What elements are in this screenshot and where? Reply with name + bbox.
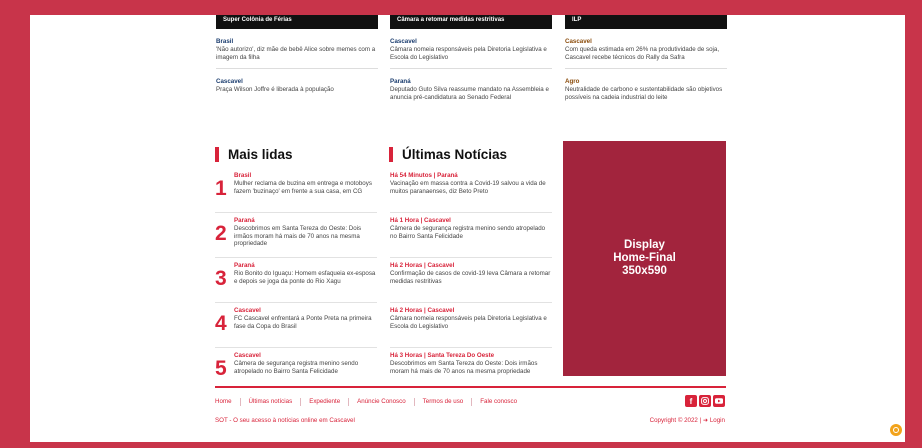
news-headline[interactable]: Descobrimos em Santa Tereza do Oeste: Do…	[234, 225, 377, 248]
news-category: Brasil	[234, 172, 252, 179]
footer-divider	[215, 386, 726, 388]
news-time-category: Há 54 Minutos | Paraná	[390, 172, 458, 179]
news-time-category: Há 3 Horas | Santa Tereza Do Oeste	[390, 352, 495, 359]
ad-placeholder[interactable]: Display Home-Final 350x590	[563, 141, 726, 376]
news-category: Cascavel	[234, 352, 261, 359]
news-headline[interactable]: Câmara nomeia responsáveis pela Diretori…	[390, 315, 552, 330]
news-category: Cascavel	[390, 38, 417, 45]
news-time-category: Há 2 Horas | Cascavel	[390, 307, 455, 314]
copyright-text: Copyright © 2022 |	[649, 417, 702, 424]
news-headline[interactable]: Vacinação em massa contra a Covid-19 sal…	[390, 180, 552, 195]
news-headline[interactable]: FC Cascavel enfrentará a Ponte Preta na …	[234, 315, 377, 330]
news-headline[interactable]: Mulher reclama de buzina em entrega e mo…	[234, 180, 377, 195]
news-headline[interactable]: Rio Bonito do Iguaçu: Homem esfaqueia ex…	[234, 270, 377, 285]
news-category: Cascavel	[234, 307, 261, 314]
list-item[interactable]: 3 Paraná Rio Bonito do Iguaçu: Homem esfa…	[215, 262, 377, 303]
rank-number: 3	[215, 267, 227, 290]
ad-label: Display Home-Final 350x590	[613, 239, 676, 277]
list-item[interactable]: 4 Cascavel FC Cascavel enfrentará a Ponte…	[215, 307, 377, 348]
footer-tagline: SOT - O seu acesso à notícias online em …	[215, 417, 355, 424]
news-headline[interactable]: Descobrimos em Santa Tereza do Oeste: Do…	[390, 360, 552, 375]
news-item[interactable]: Cascavel Câmara nomeia responsáveis pela…	[390, 29, 552, 69]
news-time-category: Há 2 Horas | Cascavel	[390, 262, 455, 269]
news-time-category: Há 1 Hora | Cascavel	[390, 217, 451, 224]
mais-lidas-list: 1 Brasil Mulher reclama de buzina em entr…	[215, 172, 377, 397]
footer-link-home[interactable]: Home	[215, 398, 241, 406]
news-item[interactable]: Paraná Deputado Guto Silva reassume mand…	[390, 69, 552, 102]
login-link[interactable]: Login	[710, 417, 725, 424]
title-accent-bar	[215, 147, 219, 162]
help-icon	[893, 427, 899, 433]
news-banner[interactable]: ILP	[565, 15, 727, 29]
news-category: Paraná	[390, 78, 411, 85]
footer-link-anuncie[interactable]: Anúncie Conosco	[349, 398, 415, 406]
list-item[interactable]: Há 2 Horas | Cascavel Confirmação de cas…	[390, 262, 552, 303]
facebook-icon[interactable]: f	[685, 395, 697, 407]
footer-link-termos[interactable]: Termos de uso	[415, 398, 473, 406]
news-column-2: Câmara a retomar medidas restritivas Cas…	[390, 15, 552, 102]
section-title-text: Mais lidas	[228, 147, 293, 162]
news-banner[interactable]: Câmara a retomar medidas restritivas	[390, 15, 552, 29]
page: Super Colônia de Férias Brasil 'Não auto…	[30, 15, 905, 442]
youtube-icon[interactable]	[713, 395, 725, 407]
news-category: Paraná	[234, 217, 255, 224]
news-headline[interactable]: Câmera de segurança registra menino send…	[234, 360, 377, 375]
list-item[interactable]: 1 Brasil Mulher reclama de buzina em entr…	[215, 172, 377, 213]
login-icon: ➜	[702, 417, 709, 424]
title-accent-bar	[389, 147, 393, 162]
news-banner[interactable]: Super Colônia de Férias	[216, 15, 378, 29]
footer-link-expediente[interactable]: Expediente	[301, 398, 350, 406]
mais-lidas-title: Mais lidas	[215, 147, 293, 162]
news-category: Cascavel	[216, 78, 243, 85]
ultimas-noticias-list: Há 54 Minutos | Paraná Vacinação em mass…	[390, 172, 552, 397]
footer-nav: Home Últimas notícias Expediente Anúncie…	[215, 398, 525, 406]
news-category: Agro	[565, 78, 580, 85]
news-item[interactable]: Cascavel Com queda estimada em 26% na pr…	[565, 29, 727, 69]
news-headline[interactable]: Confirmação de casos de covid-19 leva Câ…	[390, 270, 552, 285]
list-item[interactable]: Há 1 Hora | Cascavel Câmera de segurança…	[390, 217, 552, 258]
news-headline[interactable]: 'Não autorizo', diz mãe de bebê Alice so…	[216, 46, 378, 62]
news-item[interactable]: Cascavel Praça Wilson Joffre é liberada …	[216, 69, 378, 94]
copyright: Copyright © 2022 | ➜ Login	[650, 417, 725, 424]
news-headline[interactable]: Câmara nomeia responsáveis pela Diretori…	[390, 46, 552, 62]
news-headline[interactable]: Neutralidade de carbono e sustentabilida…	[565, 86, 727, 102]
news-column-3: ILP Cascavel Com queda estimada em 26% n…	[565, 15, 727, 102]
rank-number: 2	[215, 222, 227, 245]
rank-number: 4	[215, 312, 227, 335]
social-links: f	[685, 395, 725, 407]
help-widget-button[interactable]	[890, 424, 902, 436]
news-headline[interactable]: Deputado Guto Silva reassume mandato na …	[390, 86, 552, 102]
news-item[interactable]: Agro Neutralidade de carbono e sustentab…	[565, 69, 727, 102]
footer-link-ultimas[interactable]: Últimas notícias	[241, 398, 302, 406]
list-item[interactable]: 2 Paraná Descobrimos em Santa Tereza do O…	[215, 217, 377, 258]
section-title-text: Últimas Notícias	[402, 147, 508, 162]
list-item[interactable]: Há 2 Horas | Cascavel Câmara nomeia resp…	[390, 307, 552, 348]
footer-link-fale[interactable]: Fale conosco	[472, 398, 525, 406]
news-headline[interactable]: Com queda estimada em 26% na produtivida…	[565, 46, 727, 62]
news-category: Paraná	[234, 262, 255, 269]
news-headline[interactable]: Câmera de segurança registra menino send…	[390, 225, 552, 240]
news-category: Brasil	[216, 38, 234, 45]
ultimas-noticias-title: Últimas Notícias	[389, 147, 507, 162]
rank-number: 1	[215, 177, 227, 200]
instagram-icon[interactable]	[699, 395, 711, 407]
news-category: Cascavel	[565, 38, 592, 45]
list-item[interactable]: Há 54 Minutos | Paraná Vacinação em mass…	[390, 172, 552, 213]
news-headline[interactable]: Praça Wilson Joffre é liberada à populaç…	[216, 86, 378, 94]
news-item[interactable]: Brasil 'Não autorizo', diz mãe de bebê A…	[216, 29, 378, 69]
news-column-1: Super Colônia de Férias Brasil 'Não auto…	[216, 15, 378, 94]
